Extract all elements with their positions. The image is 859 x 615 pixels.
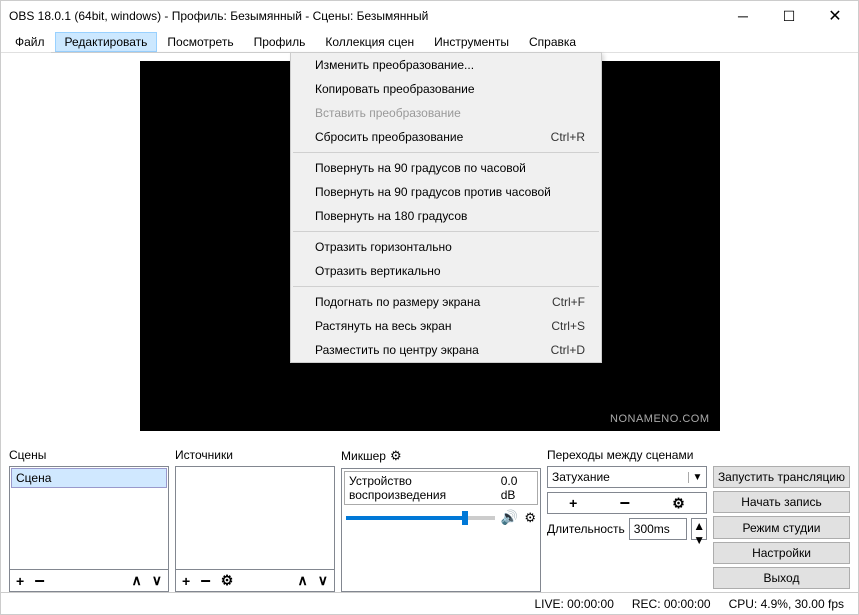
status-rec: REC: 00:00:00 — [632, 597, 711, 611]
menu-view[interactable]: Посмотреть — [157, 32, 243, 52]
scene-down-button[interactable]: ∨ — [150, 572, 164, 589]
add-source-button[interactable]: + — [180, 573, 192, 589]
bottom-panels: Сцены Сцена + − ∧ ∨ Источники + − ⚙ ∧ ∨ … — [1, 442, 858, 592]
transitions-header: Переходы между сценами — [547, 446, 707, 466]
start-streaming-button[interactable]: Запустить трансляцию — [713, 466, 850, 488]
mixer-device-label: Устройство воспроизведения — [349, 474, 501, 502]
duration-input[interactable]: 300ms — [629, 518, 688, 540]
menu-separator — [293, 231, 599, 232]
submenu-rotate-90-ccw[interactable]: Повернуть на 90 градусов против часовой — [291, 180, 601, 204]
submenu-rotate-180[interactable]: Повернуть на 180 градусов — [291, 204, 601, 228]
mixer-header: Микшер ⚙ — [341, 446, 541, 468]
transition-settings-button[interactable]: ⚙ — [670, 495, 687, 512]
mixer-device-row: Устройство воспроизведения 0.0 dB — [344, 471, 538, 505]
menu-separator — [293, 152, 599, 153]
duration-label: Длительность — [547, 522, 625, 536]
settings-button[interactable]: Настройки — [713, 542, 850, 564]
titlebar: OBS 18.0.1 (64bit, windows) - Профиль: Б… — [1, 1, 858, 31]
submenu-edit-transform[interactable]: Изменить преобразование... — [291, 53, 601, 77]
menubar: Файл Редактировать Посмотреть Профиль Ко… — [1, 31, 858, 53]
duration-spinner[interactable]: ▲▼ — [691, 518, 707, 540]
transitions-panel: Переходы между сценами Затухание ▼ + − ⚙… — [547, 446, 707, 592]
transition-select[interactable]: Затухание ▼ — [547, 466, 707, 488]
scene-up-button[interactable]: ∧ — [130, 572, 144, 589]
speaker-icon[interactable]: 🔊 — [501, 509, 518, 526]
controls-panel: . Запустить трансляцию Начать запись Реж… — [713, 446, 850, 592]
add-scene-button[interactable]: + — [14, 573, 26, 589]
menu-scene-collection[interactable]: Коллекция сцен — [315, 32, 424, 52]
mixer-db-value: 0.0 dB — [501, 474, 533, 502]
maximize-button[interactable]: ☐ — [766, 1, 812, 31]
menu-profile[interactable]: Профиль — [244, 32, 316, 52]
status-cpu: CPU: 4.9%, 30.00 fps — [729, 597, 844, 611]
menu-tools[interactable]: Инструменты — [424, 32, 519, 52]
submenu-reset-transform[interactable]: Сбросить преобразование Ctrl+R — [291, 125, 601, 149]
remove-scene-button[interactable]: − — [32, 576, 47, 586]
shortcut-text: Ctrl+R — [551, 130, 585, 144]
submenu-copy-transform[interactable]: Копировать преобразование — [291, 77, 601, 101]
mixer-body: Устройство воспроизведения 0.0 dB 🔊 ⚙ — [341, 468, 541, 592]
submenu-flip-vertical[interactable]: Отразить вертикально — [291, 259, 601, 283]
statusbar: LIVE: 00:00:00 REC: 00:00:00 CPU: 4.9%, … — [1, 592, 858, 614]
status-live: LIVE: 00:00:00 — [534, 597, 613, 611]
window-title: OBS 18.0.1 (64bit, windows) - Профиль: Б… — [9, 9, 720, 23]
transform-submenu: Изменить преобразование... Копировать пр… — [290, 52, 602, 363]
gear-icon[interactable]: ⚙ — [390, 448, 402, 464]
menu-separator — [293, 286, 599, 287]
remove-transition-button[interactable]: − — [618, 498, 633, 508]
submenu-rotate-90-cw[interactable]: Повернуть на 90 градусов по часовой — [291, 156, 601, 180]
source-settings-button[interactable]: ⚙ — [219, 572, 236, 589]
shortcut-text: Ctrl+D — [551, 343, 585, 357]
source-down-button[interactable]: ∨ — [316, 572, 330, 589]
close-button[interactable]: ✕ — [812, 1, 858, 31]
submenu-stretch-screen[interactable]: Растянуть на весь экран Ctrl+S — [291, 314, 601, 338]
menu-edit[interactable]: Редактировать — [55, 32, 158, 52]
mixer-panel: Микшер ⚙ Устройство воспроизведения 0.0 … — [341, 446, 541, 592]
source-up-button[interactable]: ∧ — [296, 572, 310, 589]
submenu-flip-horizontal[interactable]: Отразить горизонтально — [291, 235, 601, 259]
studio-mode-button[interactable]: Режим студии — [713, 516, 850, 538]
shortcut-text: Ctrl+F — [552, 295, 585, 309]
remove-source-button[interactable]: − — [198, 576, 213, 586]
scenes-list[interactable]: Сцена — [9, 466, 169, 570]
add-transition-button[interactable]: + — [567, 495, 579, 511]
start-recording-button[interactable]: Начать запись — [713, 491, 850, 513]
menu-file[interactable]: Файл — [5, 32, 55, 52]
scenes-panel: Сцены Сцена + − ∧ ∨ — [9, 446, 169, 592]
submenu-paste-transform: Вставить преобразование — [291, 101, 601, 125]
menu-help[interactable]: Справка — [519, 32, 586, 52]
sources-header: Источники — [175, 446, 335, 466]
submenu-fit-screen[interactable]: Подогнать по размеру экрана Ctrl+F — [291, 290, 601, 314]
sources-panel: Источники + − ⚙ ∧ ∨ — [175, 446, 335, 592]
scene-item[interactable]: Сцена — [11, 468, 167, 488]
volume-slider[interactable] — [346, 516, 495, 520]
sources-list[interactable] — [175, 466, 335, 570]
minimize-button[interactable]: ─ — [720, 1, 766, 31]
submenu-center-screen[interactable]: Разместить по центру экрана Ctrl+D — [291, 338, 601, 362]
exit-button[interactable]: Выход — [713, 567, 850, 589]
watermark-text: NONAMENO.COM — [610, 413, 710, 425]
gear-icon[interactable]: ⚙ — [524, 510, 536, 526]
shortcut-text: Ctrl+S — [551, 319, 585, 333]
chevron-down-icon: ▼ — [688, 472, 706, 483]
scenes-header: Сцены — [9, 446, 169, 466]
